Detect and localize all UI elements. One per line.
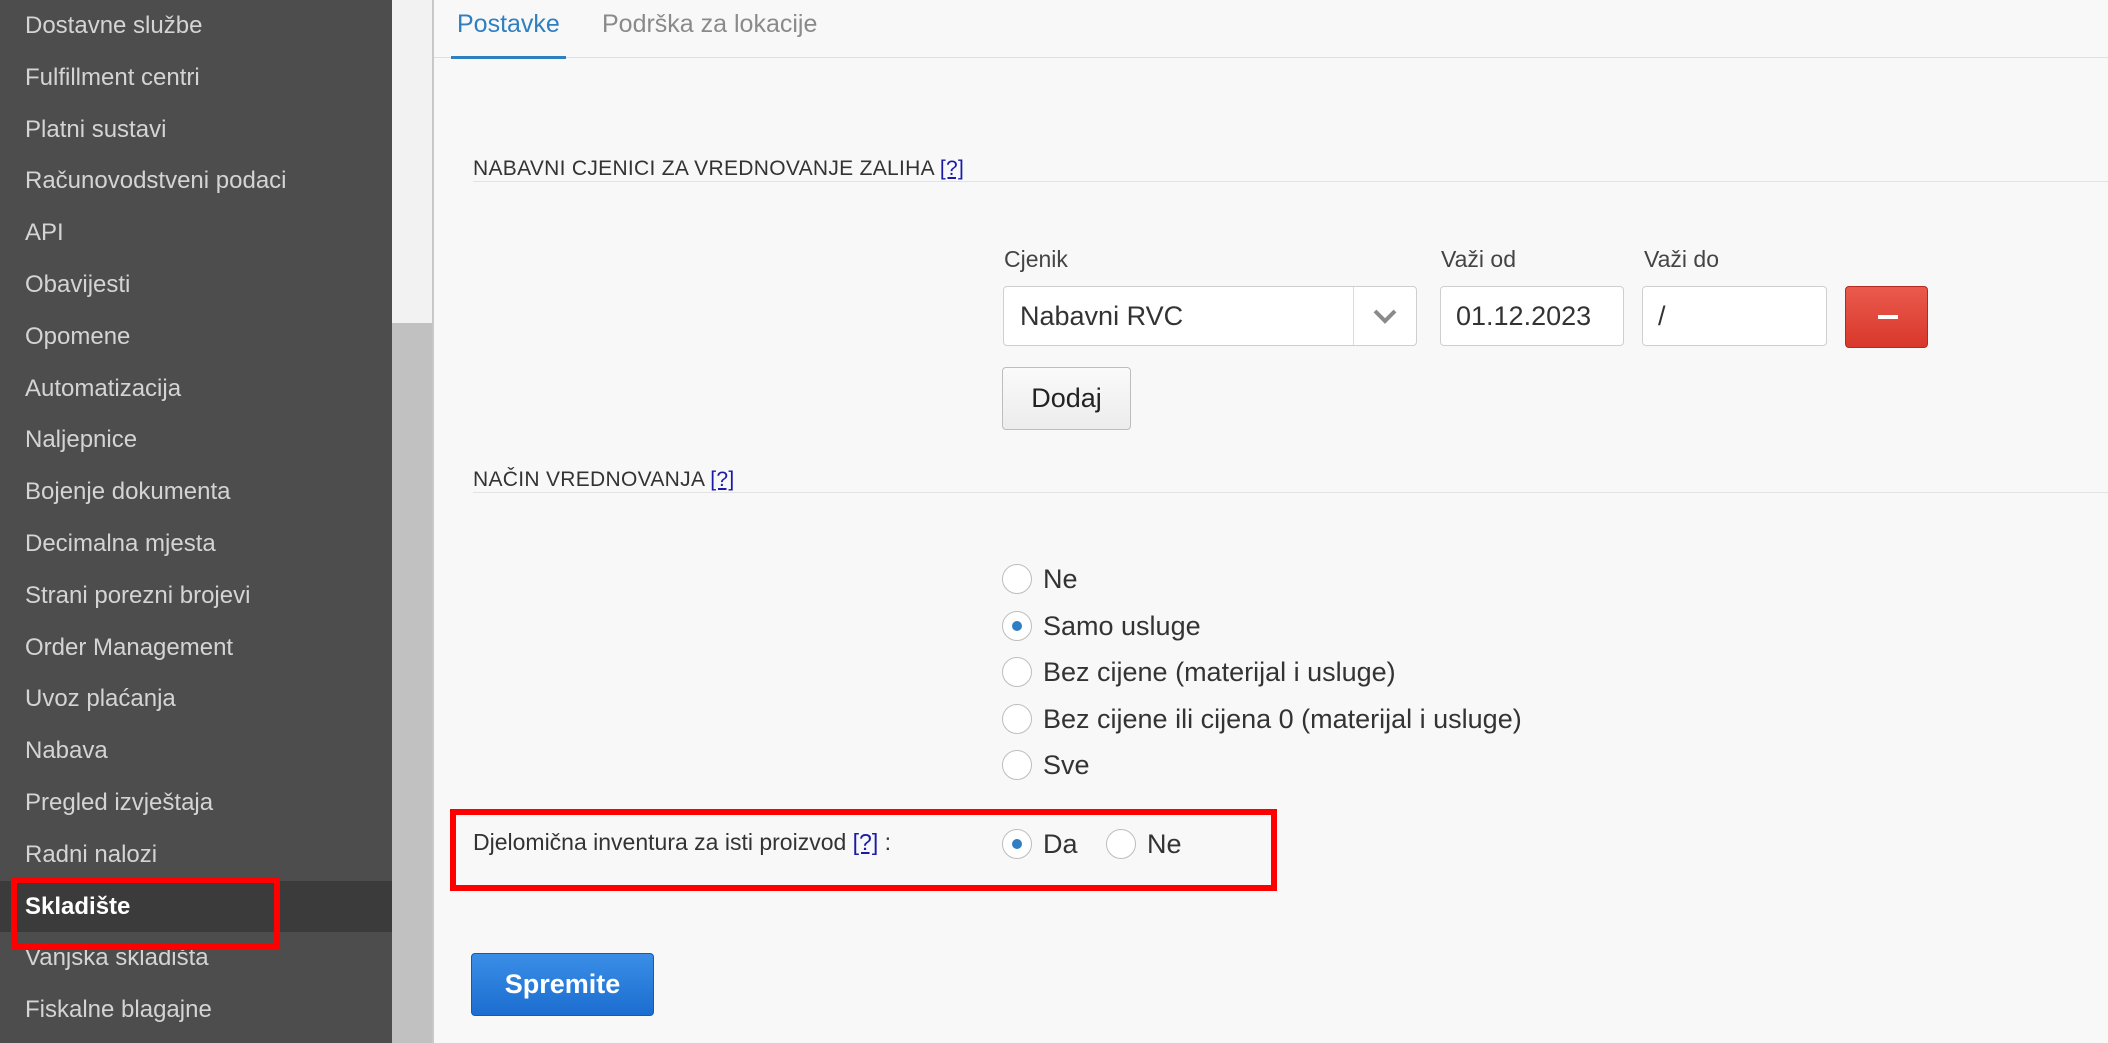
sidebar-item-obavijesti[interactable]: Obavijesti [0,259,392,311]
sidebar-item-naljepnice[interactable]: Naljepnice [0,414,392,466]
sidebar-item-uvoz-placanja[interactable]: Uvoz plaćanja [0,673,392,725]
sidebar-item-racunovodstveni-podaci[interactable]: Računovodstveni podaci [0,155,392,207]
radio-button[interactable] [1002,704,1032,734]
tab-bar: Postavke Podrška za lokacije [434,0,2108,59]
highlight-skladiste [11,877,280,950]
pricelist-select[interactable]: Nabavni RVC [1003,286,1417,346]
valuation-option-bez-cijene[interactable]: Bez cijene (materijal i usluge) [1002,654,1396,690]
sidebar-item-fulfillment-centri[interactable]: Fulfillment centri [0,52,392,104]
pricelist-column-label: Cjenik [1004,246,1068,272]
tab-podrska-za-lokacije[interactable]: Podrška za lokacije [602,8,817,56]
sidebar-item-api[interactable]: API [0,207,392,259]
pricelists-divider [473,181,2108,182]
valid-to-column-label: Važi do [1644,246,1720,272]
valid-from-column-label: Važi od [1441,246,1517,272]
radio-button-checked[interactable] [1002,829,1032,859]
valuation-option-sve[interactable]: Sve [1002,747,1090,783]
chevron-down-icon [1373,309,1397,324]
tab-postavke[interactable]: Postavke [451,8,566,59]
radio-button[interactable] [1106,829,1136,859]
scrollbar-thumb[interactable] [392,323,432,1043]
sidebar-item-fiskalne-blagajne[interactable]: Fiskalne blagajne [0,984,392,1036]
radio-label: Bez cijene (materijal i usluge) [1043,656,1396,687]
main-content: Postavke Podrška za lokacije NABAVNI CJE… [434,0,2108,1043]
save-button[interactable]: Spremite [471,953,654,1016]
sidebar-item-bojenje-dokumenta[interactable]: Bojenje dokumenta [0,466,392,518]
pricelists-section-title: NABAVNI CJENICI ZA VREDNOVANJE ZALIHA [?… [473,157,964,181]
valuation-title-text: NAČIN VREDNOVANJA [473,468,705,491]
radio-label: Ne [1043,563,1078,594]
sidebar-item-order-management[interactable]: Order Management [0,622,392,674]
pricelist-select-value: Nabavni RVC [1020,301,1184,331]
radio-button[interactable] [1002,750,1032,780]
radio-label: Samo usluge [1043,610,1201,641]
valuation-option-samo-usluge[interactable]: Samo usluge [1002,608,1201,644]
valuation-help-link[interactable]: [?] [710,468,734,491]
radio-label: Ne [1147,828,1182,859]
partial-inventory-label: Djelomična inventura za isti proizvod [?… [473,829,891,856]
sidebar-item-pregled-izvjestaja[interactable]: Pregled izvještaja [0,777,392,829]
pricelists-title-text: NABAVNI CJENICI ZA VREDNOVANJE ZALIHA [473,157,934,180]
sidebar-item-strani-porezni-brojevi[interactable]: Strani porezni brojevi [0,570,392,622]
sidebar-item-nabava[interactable]: Nabava [0,725,392,777]
valuation-option-bez-cijene-ili-0[interactable]: Bez cijene ili cijena 0 (materijal i usl… [1002,701,1522,737]
minus-icon [1878,315,1898,319]
radio-label: Da [1043,828,1078,859]
valuation-section-title: NAČIN VREDNOVANJA [?] [473,468,734,492]
sidebar-item-opomene[interactable]: Opomene [0,311,392,363]
sidebar-scrollbar[interactable] [392,0,434,1043]
valid-to-input[interactable]: / [1642,286,1827,346]
partial-inventory-option-ne[interactable]: Ne [1106,826,1182,862]
partial-inventory-option-da[interactable]: Da [1002,826,1078,862]
select-toggle[interactable] [1353,287,1416,345]
partial-inventory-help-link[interactable]: [?] [853,829,879,855]
valuation-divider [473,492,2108,493]
pricelists-help-link[interactable]: [?] [940,157,964,180]
sidebar-item-dostavne-sluzbe[interactable]: Dostavne službe [0,0,392,52]
valuation-option-ne[interactable]: Ne [1002,561,1078,597]
radio-button-checked[interactable] [1002,611,1032,641]
sidebar-item-automatizacija[interactable]: Automatizacija [0,363,392,415]
valid-from-input[interactable]: 01.12.2023 [1440,286,1624,346]
label-colon: : [878,829,892,855]
add-pricelist-button[interactable]: Dodaj [1002,367,1131,430]
radio-button[interactable] [1002,564,1032,594]
radio-label: Bez cijene ili cijena 0 (materijal i usl… [1043,703,1522,734]
sidebar-item-radni-nalozi[interactable]: Radni nalozi [0,829,392,881]
radio-label: Sve [1043,749,1090,780]
partial-inventory-label-text: Djelomična inventura za isti proizvod [473,829,847,855]
sidebar-item-platni-sustavi[interactable]: Platni sustavi [0,104,392,156]
radio-button[interactable] [1002,657,1032,687]
sidebar-item-decimalna-mjesta[interactable]: Decimalna mjesta [0,518,392,570]
remove-row-button[interactable] [1845,286,1928,348]
